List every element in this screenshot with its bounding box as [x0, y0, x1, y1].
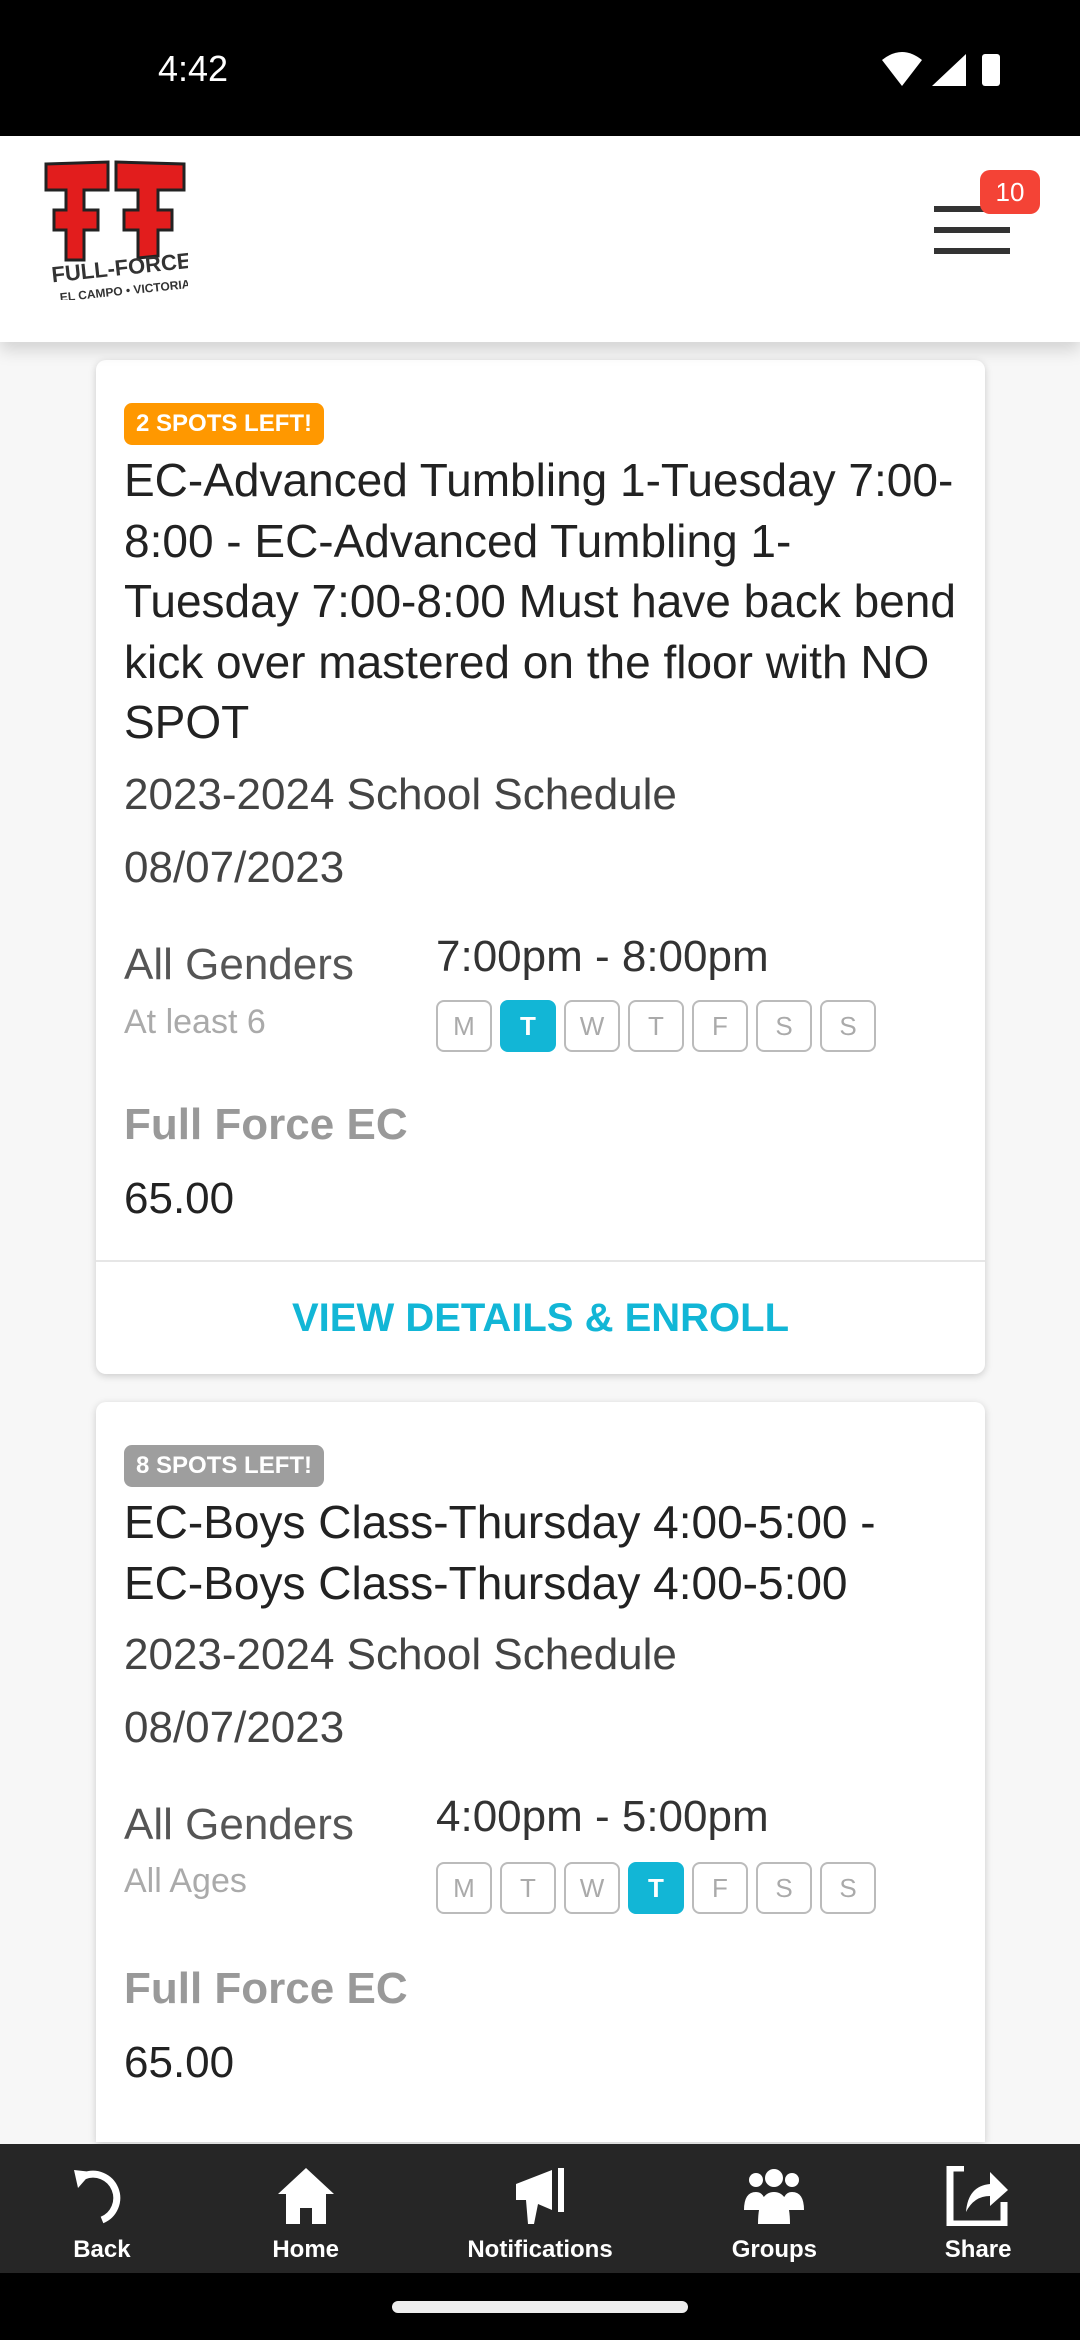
start-date: 08/07/2023 [124, 843, 345, 892]
schedule-name: 2023-2024 School Schedule [124, 1630, 677, 1679]
nav-share[interactable]: Share [876, 2144, 1080, 2273]
wifi-icon [882, 52, 922, 86]
price: 65.00 [124, 1174, 235, 1223]
spots-left-badge: 2 SPOTS LEFT! [124, 403, 325, 445]
day-sunday: S [820, 1862, 876, 1914]
nav-label: Back [73, 2236, 131, 2263]
price: 65.00 [124, 2038, 235, 2087]
nav-label: Notifications [467, 2236, 613, 2263]
class-card: 2 SPOTS LEFT! EC-Advanced Tumbling 1-Tue… [96, 360, 985, 1374]
undo-icon [73, 2170, 121, 2224]
nav-home[interactable]: Home [204, 2144, 408, 2273]
nav-label: Groups [731, 2236, 818, 2263]
class-card: 8 SPOTS LEFT! EC-Boys Class-Thursday 4:0… [96, 1402, 985, 2142]
bottom-nav: Back Home Notifications Groups Share [0, 2144, 1080, 2273]
day-monday: M [436, 1000, 492, 1052]
schedule-name: 2023-2024 School Schedule [124, 770, 677, 819]
app-header: FULL-FORCE EL CAMPO • VICTORIA 10 [0, 136, 1080, 342]
nav-label: Home [272, 2236, 340, 2263]
day-monday: M [436, 1862, 492, 1914]
status-icons [882, 52, 1000, 86]
class-time: 4:00pm - 5:00pm [436, 1792, 769, 1841]
class-title: EC-Boys Class-Thursday 4:00-5:00 - EC-Bo… [124, 1496, 876, 1609]
age: At least 6 [124, 1003, 266, 1041]
home-indicator[interactable] [392, 2301, 688, 2313]
start-date: 08/07/2023 [124, 1703, 345, 1752]
megaphone-icon [516, 2168, 565, 2224]
day-saturday: S [756, 1862, 812, 1914]
spots-left-badge: 8 SPOTS LEFT! [124, 1445, 325, 1487]
gender: All Genders [124, 1800, 354, 1849]
view-details-enroll-button[interactable]: VIEW DETAILS & ENROLL [96, 1262, 985, 1374]
home-icon [277, 2168, 334, 2224]
day-thursday: T [628, 1862, 684, 1914]
gesture-bar [0, 2273, 1080, 2340]
notification-badge: 10 [980, 170, 1040, 214]
weekday-list: M T W T F S S [436, 1000, 876, 1052]
share-icon [946, 2166, 1009, 2226]
battery-icon [982, 54, 1000, 86]
signal-icon [932, 54, 966, 86]
location: Full Force EC [124, 1964, 408, 2013]
day-saturday: S [756, 1000, 812, 1052]
day-tuesday: T [500, 1862, 556, 1914]
nav-notifications[interactable]: Notifications [408, 2144, 673, 2273]
day-wednesday: W [564, 1862, 620, 1914]
group-icon [744, 2169, 805, 2224]
class-time: 7:00pm - 8:00pm [436, 932, 769, 981]
day-thursday: T [628, 1000, 684, 1052]
weekday-list: M T W T F S S [436, 1862, 876, 1914]
clock: 4:42 [158, 48, 229, 89]
nav-groups[interactable]: Groups [672, 2144, 876, 2273]
day-sunday: S [820, 1000, 876, 1052]
full-force-logo[interactable]: FULL-FORCE EL CAMPO • VICTORIA [38, 160, 188, 300]
day-tuesday: T [500, 1000, 556, 1052]
gender: All Genders [124, 940, 354, 989]
nav-back[interactable]: Back [0, 2144, 204, 2273]
age: All Ages [124, 1862, 247, 1900]
nav-label: Share [944, 2236, 1012, 2263]
class-title: EC-Advanced Tumbling 1-Tuesday 7:00-8:00… [124, 454, 956, 748]
day-friday: F [692, 1862, 748, 1914]
day-wednesday: W [564, 1000, 620, 1052]
status-bar: 4:42 [0, 0, 1080, 136]
day-friday: F [692, 1000, 748, 1052]
location: Full Force EC [124, 1100, 408, 1149]
